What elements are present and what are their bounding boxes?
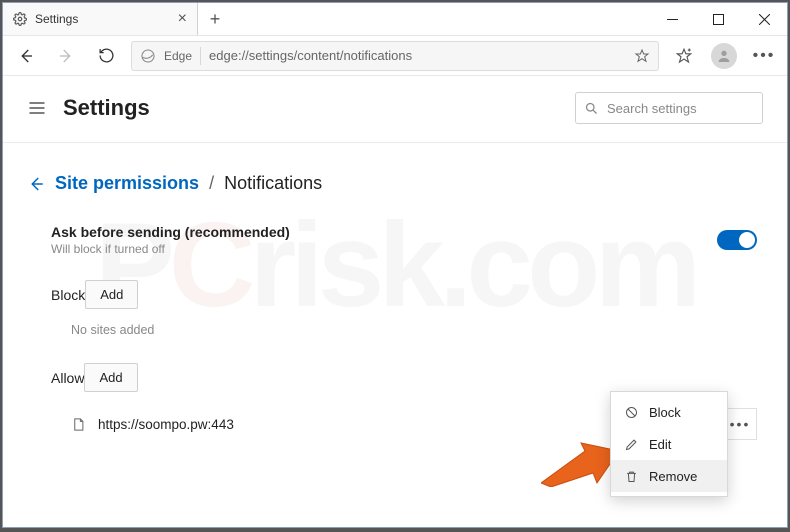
window-maximize-button[interactable]: [695, 3, 741, 35]
address-bar[interactable]: Edge edge://settings/content/notificatio…: [131, 41, 659, 71]
title-bar: Settings × +: [3, 3, 787, 36]
breadcrumb-separator: /: [209, 173, 214, 194]
ask-label: Ask before sending (recommended): [51, 224, 290, 240]
menu-button[interactable]: •••: [749, 41, 779, 71]
block-section-header: Block Add: [27, 260, 763, 317]
browser-toolbar: Edge edge://settings/content/notificatio…: [3, 36, 787, 76]
search-icon: [584, 101, 599, 116]
allow-add-button[interactable]: Add: [84, 363, 137, 392]
window-close-button[interactable]: [741, 3, 787, 35]
nav-back-button[interactable]: [11, 41, 41, 71]
block-add-button[interactable]: Add: [85, 280, 138, 309]
breadcrumb-parent-link[interactable]: Site permissions: [55, 173, 199, 194]
browser-tab-settings[interactable]: Settings ×: [3, 3, 198, 35]
address-url: edge://settings/content/notifications: [209, 48, 626, 63]
trash-icon: [623, 468, 639, 484]
page-icon: [71, 417, 86, 432]
edit-icon: [623, 436, 639, 452]
gear-icon: [13, 12, 27, 26]
ask-toggle[interactable]: [717, 230, 757, 250]
breadcrumb-current: Notifications: [224, 173, 322, 194]
block-empty-text: No sites added: [27, 317, 763, 343]
breadcrumb-back-icon[interactable]: [27, 175, 45, 193]
site-context-menu: Block Edit Remove: [610, 391, 728, 497]
breadcrumb: Site permissions / Notifications: [27, 173, 763, 194]
nav-forward-button[interactable]: [51, 41, 81, 71]
favorite-icon[interactable]: [634, 48, 650, 64]
edge-logo-icon: [140, 48, 156, 64]
context-remove-item[interactable]: Remove: [611, 460, 727, 492]
context-edit-label: Edit: [649, 437, 671, 452]
context-remove-label: Remove: [649, 469, 697, 484]
context-block-label: Block: [649, 405, 681, 420]
favorites-button[interactable]: [669, 41, 699, 71]
context-edit-item[interactable]: Edit: [611, 428, 727, 460]
page-title: Settings: [63, 95, 150, 121]
site-more-button[interactable]: •••: [723, 408, 757, 440]
window-minimize-button[interactable]: [649, 3, 695, 35]
block-label: Block: [51, 287, 85, 303]
settings-header: Settings Search settings: [3, 76, 787, 143]
ask-sublabel: Will block if turned off: [51, 242, 290, 256]
avatar-icon: [711, 43, 737, 69]
search-settings-input[interactable]: Search settings: [575, 92, 763, 124]
allow-label: Allow: [51, 370, 84, 386]
new-tab-button[interactable]: +: [198, 3, 232, 35]
address-divider: [200, 47, 201, 65]
nav-refresh-button[interactable]: [91, 41, 121, 71]
profile-button[interactable]: [709, 41, 739, 71]
ask-before-sending-row: Ask before sending (recommended) Will bl…: [27, 220, 763, 260]
hamburger-icon[interactable]: [27, 98, 47, 118]
tab-title: Settings: [35, 12, 78, 26]
search-placeholder: Search settings: [607, 101, 697, 116]
close-tab-icon[interactable]: ×: [178, 10, 187, 28]
address-prefix: Edge: [164, 49, 192, 63]
context-block-item[interactable]: Block: [611, 396, 727, 428]
block-icon: [623, 404, 639, 420]
